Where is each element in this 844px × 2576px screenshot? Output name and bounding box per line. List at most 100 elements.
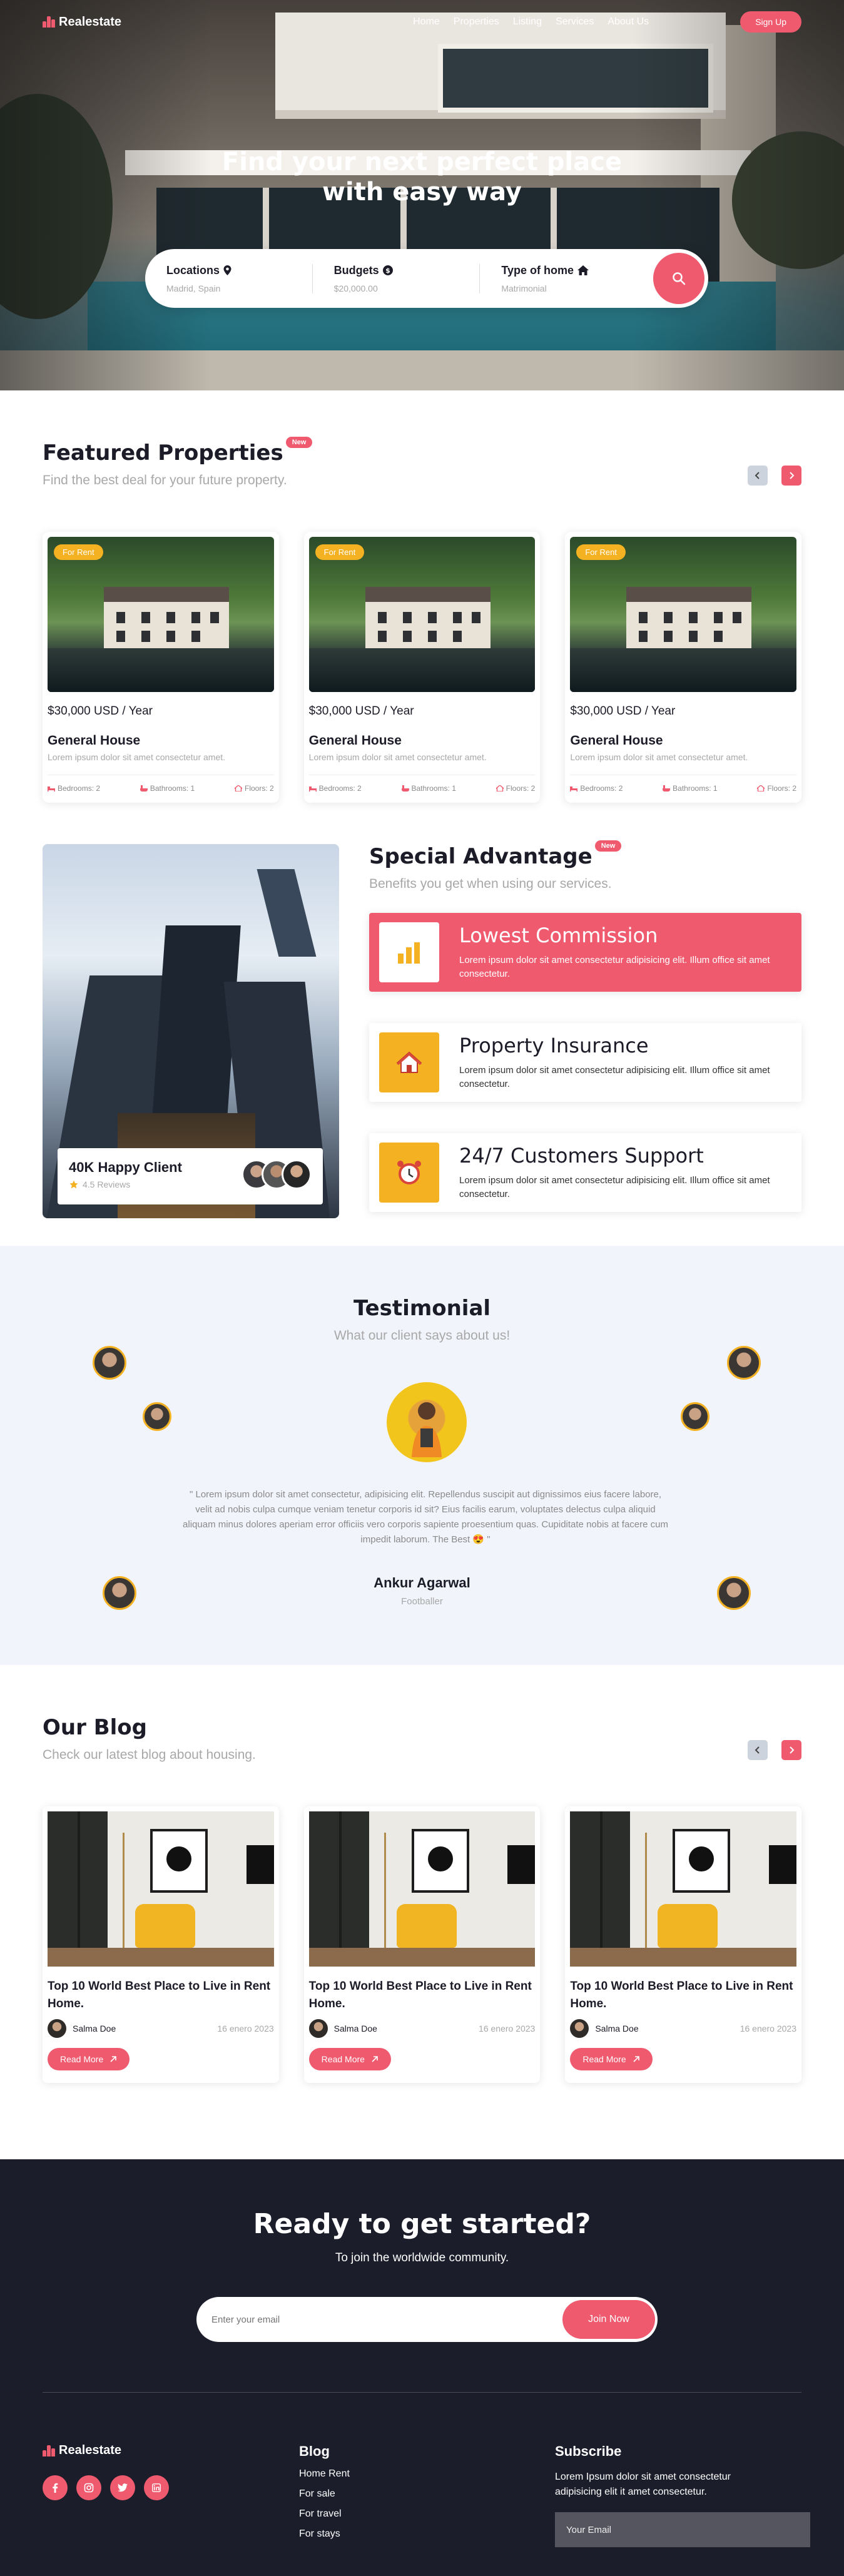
footer-divider xyxy=(43,2392,801,2393)
property-image: For Rent xyxy=(308,537,536,692)
advantage-customer-support[interactable]: 24/7 Customers Support Lorem ipsum dolor… xyxy=(369,1133,801,1212)
footer-email-input[interactable] xyxy=(555,2512,810,2547)
new-badge: New xyxy=(594,840,622,852)
footer-link-home-rent[interactable]: Home Rent xyxy=(299,2468,350,2480)
blog-card[interactable]: Top 10 World Best Place to Live in Rent … xyxy=(43,1806,279,2083)
instagram-link[interactable] xyxy=(76,2475,101,2500)
footer-link-for-stays[interactable]: For stays xyxy=(299,2528,350,2540)
reviews-text: 4.5 Reviews xyxy=(83,1179,131,1189)
nav-links: Home Properties Listing Services About U… xyxy=(413,16,649,28)
brand-logo[interactable]: Realestate xyxy=(43,15,121,29)
read-more-button[interactable]: Read More xyxy=(570,2048,653,2070)
client-avatar[interactable] xyxy=(143,1402,171,1431)
advantage-property-insurance[interactable]: Property Insurance Lorem ipsum dolor sit… xyxy=(369,1023,801,1102)
testimonial-name: Ankur Agarwal xyxy=(374,1575,470,1591)
search-field-location[interactable]: Locations Madrid, Spain xyxy=(166,264,312,293)
post-date: 16 enero 2023 xyxy=(740,2024,797,2034)
feature-icon-box xyxy=(379,1143,439,1203)
newsletter-form: Join Now xyxy=(196,2297,658,2342)
cta-email-input[interactable] xyxy=(211,2314,562,2325)
footer-blog-links: Home Rent For sale For travel For stays xyxy=(299,2468,350,2540)
read-more-label: Read More xyxy=(582,2054,626,2064)
footer-link-for-travel[interactable]: For travel xyxy=(299,2508,350,2520)
twitter-link[interactable] xyxy=(110,2475,135,2500)
nav-link-listing[interactable]: Listing xyxy=(513,16,542,28)
property-card[interactable]: For Rent $30,000 USD / Year General Hous… xyxy=(43,532,279,803)
search-field-budget[interactable]: Budgets $ $20,000.00 xyxy=(312,263,480,293)
advantage-lowest-commission[interactable]: Lowest Commission Lorem ipsum dolor sit … xyxy=(369,913,801,992)
prev-button[interactable] xyxy=(748,466,768,486)
blog-image xyxy=(570,1811,797,1967)
signup-button[interactable]: Sign Up xyxy=(740,11,801,33)
top-nav: Realestate Home Properties Listing Servi… xyxy=(0,0,844,44)
feature-description: Lorem ipsum dolor sit amet consectetur a… xyxy=(459,1065,770,1089)
floors: Floors: 2 xyxy=(506,784,536,793)
blog-post-title[interactable]: Top 10 World Best Place to Live in Rent … xyxy=(48,1978,274,2013)
read-more-label: Read More xyxy=(60,2054,104,2064)
client-photo-icon xyxy=(412,1402,442,1457)
search-bar: Locations Madrid, Spain Budgets $ $20,00… xyxy=(145,249,708,308)
next-button[interactable] xyxy=(781,1740,801,1760)
new-badge: New xyxy=(285,437,313,448)
nav-link-about[interactable]: About Us xyxy=(608,16,649,28)
search-field-type[interactable]: Type of home Matrimonial xyxy=(479,263,647,293)
search-button[interactable] xyxy=(653,253,705,304)
footer-link-for-sale[interactable]: For sale xyxy=(299,2488,350,2500)
blog-image xyxy=(48,1811,274,1967)
read-more-button[interactable]: Read More xyxy=(308,2048,391,2070)
client-avatar[interactable] xyxy=(93,1346,126,1380)
next-button[interactable] xyxy=(781,466,801,486)
featured-section: Featured Properties New Find the best de… xyxy=(43,390,802,1218)
linkedin-icon xyxy=(152,2483,161,2492)
property-price: $30,000 USD / Year xyxy=(48,705,153,718)
footer-brand-column: Realestate xyxy=(43,2443,169,2500)
bath-icon xyxy=(663,785,671,792)
footer-logo[interactable]: Realestate xyxy=(43,2443,169,2458)
hero-title-line2: with easy way xyxy=(322,178,522,206)
property-card[interactable]: For Rent $30,000 USD / Year General Hous… xyxy=(303,532,541,803)
bedrooms: Bedrooms: 2 xyxy=(580,784,623,793)
read-more-button[interactable]: Read More xyxy=(48,2048,130,2070)
blog-post-title[interactable]: Top 10 World Best Place to Live in Rent … xyxy=(309,1978,536,2013)
prev-button[interactable] xyxy=(748,1740,768,1760)
blog-card[interactable]: Top 10 World Best Place to Live in Rent … xyxy=(565,1806,802,2083)
arrow-up-right-icon xyxy=(633,2056,639,2062)
featured-client-avatar xyxy=(387,1382,467,1462)
client-avatar[interactable] xyxy=(727,1346,761,1380)
property-title: General House xyxy=(308,733,402,748)
join-now-button[interactable]: Join Now xyxy=(562,2300,655,2339)
client-avatars xyxy=(242,1159,312,1189)
hero-title: Find your next perfect place with easy w… xyxy=(0,147,844,207)
cta-title: Ready to get started? xyxy=(253,2208,591,2240)
footer-blog-heading: Blog xyxy=(299,2443,330,2459)
for-rent-badge: For Rent xyxy=(576,544,626,560)
facebook-link[interactable] xyxy=(43,2475,68,2500)
footer-subscribe-text: Lorem Ipsum dolor sit amet consectetur a… xyxy=(555,2472,731,2497)
search-label-location: Locations xyxy=(166,263,220,277)
floors-icon xyxy=(496,785,504,792)
blog-image xyxy=(308,1811,536,1967)
bathrooms: Bathrooms: 1 xyxy=(673,784,718,793)
blog-post-title[interactable]: Top 10 World Best Place to Live in Rent … xyxy=(570,1978,796,2013)
search-value-location: Madrid, Spain xyxy=(166,283,221,293)
special-title: Special Advantage New xyxy=(369,840,622,869)
special-advantage-section: 40K Happy Client 4.5 Reviews Special Adv… xyxy=(43,840,801,1218)
arrow-up-right-icon xyxy=(372,2056,378,2062)
property-card[interactable]: For Rent $30,000 USD / Year General Hous… xyxy=(565,532,802,803)
footer-subscribe-heading: Subscribe xyxy=(555,2443,622,2459)
nav-link-properties[interactable]: Properties xyxy=(454,16,499,28)
bath-icon xyxy=(140,785,148,792)
house-icon xyxy=(396,1051,422,1073)
client-avatar[interactable] xyxy=(681,1402,709,1431)
blog-card[interactable]: Top 10 World Best Place to Live in Rent … xyxy=(303,1806,541,2083)
testimonial-title: Testimonial xyxy=(353,1296,491,1321)
nav-link-services[interactable]: Services xyxy=(556,16,594,28)
bedrooms: Bedrooms: 2 xyxy=(58,784,101,793)
for-rent-badge: For Rent xyxy=(315,544,365,560)
feature-icon-box xyxy=(379,922,439,982)
linkedin-link[interactable] xyxy=(144,2475,169,2500)
bed-icon xyxy=(570,787,578,792)
happy-client-card: 40K Happy Client 4.5 Reviews xyxy=(58,1148,323,1204)
feature-title: 24/7 Customers Support xyxy=(459,1144,704,1168)
nav-link-home[interactable]: Home xyxy=(413,16,440,28)
